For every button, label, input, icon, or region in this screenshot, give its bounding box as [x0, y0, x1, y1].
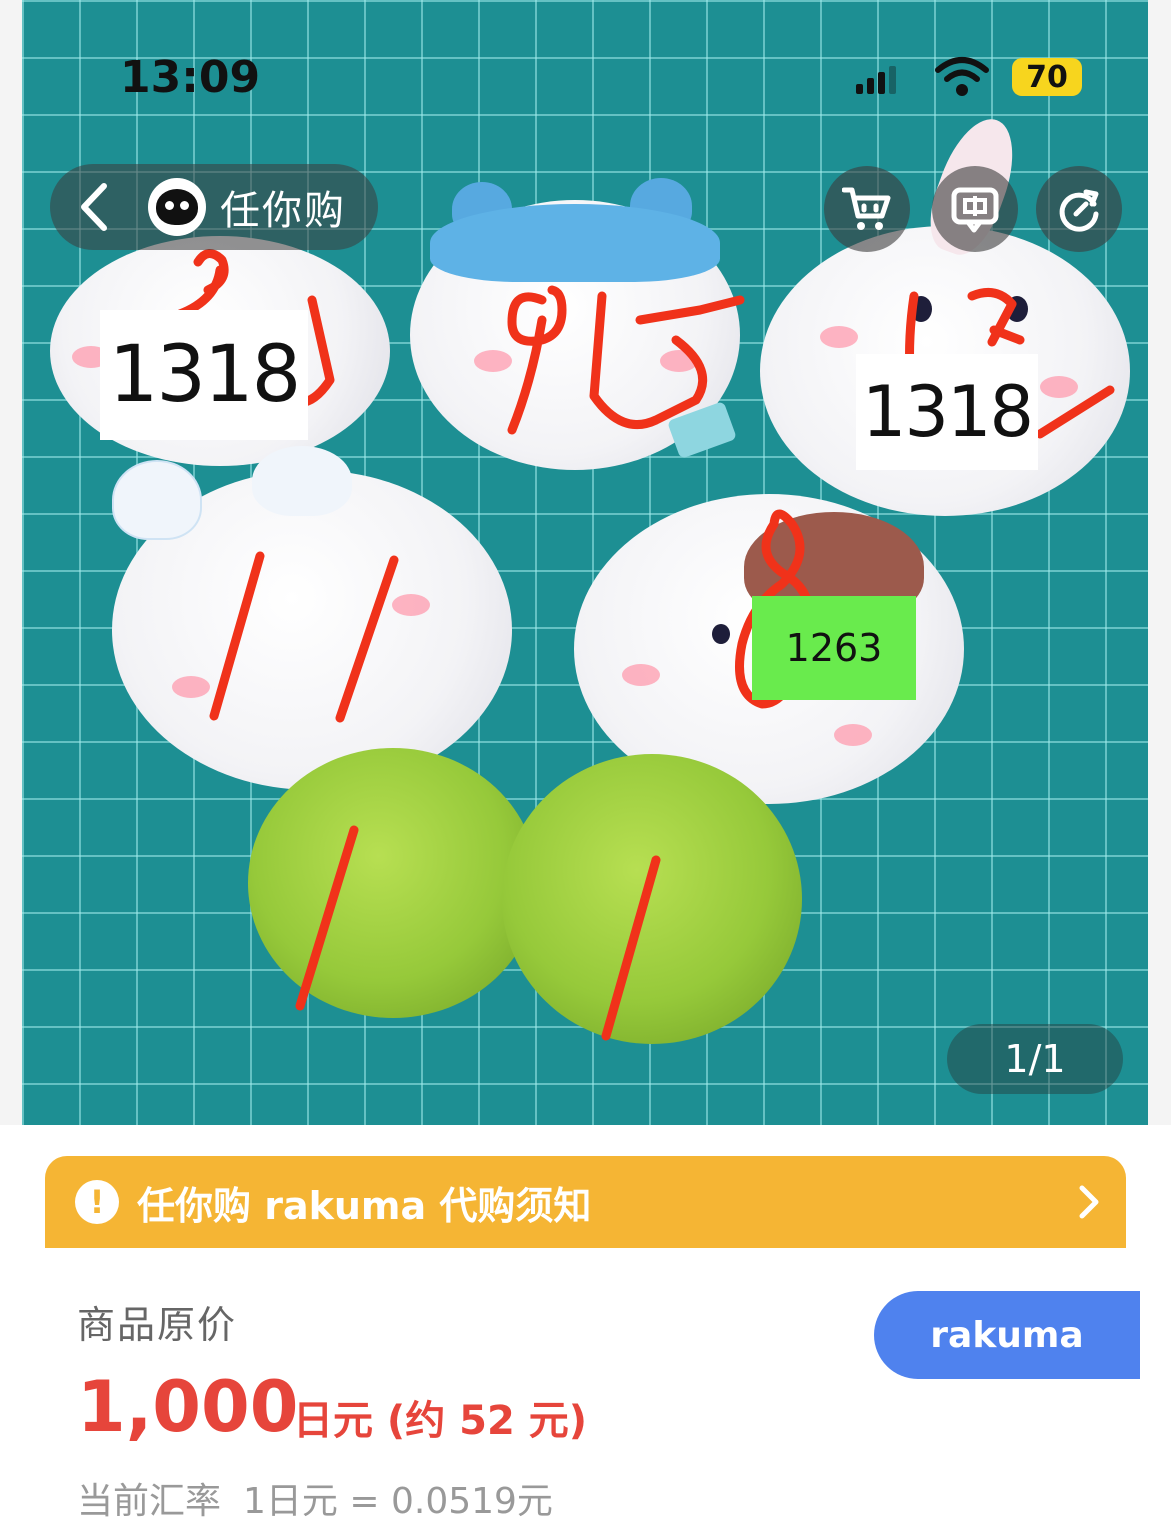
- purchase-notice-banner[interactable]: ! 任你购 rakuma 代购须知: [45, 1156, 1126, 1248]
- chevron-left-icon: [81, 183, 107, 231]
- cat-logo-icon: [156, 189, 198, 225]
- price-unit-conversion: 日元 (约 52 元): [293, 1398, 588, 1444]
- image-pager: 1/1: [947, 1024, 1123, 1094]
- refresh-icon: [1059, 189, 1099, 232]
- photo-label-1318-left: 1318: [100, 310, 308, 440]
- wifi-icon: [935, 57, 989, 96]
- chevron-right-icon: [1079, 1185, 1099, 1219]
- cart-button[interactable]: [824, 166, 910, 252]
- app-name[interactable]: 任你购: [220, 178, 346, 236]
- cellular-signal-icon: [856, 64, 900, 94]
- original-price-label: 商品原价: [77, 1303, 238, 1347]
- platform-badge[interactable]: rakuma: [874, 1291, 1140, 1379]
- exchange-rate: 当前汇率 1日元 = 0.0519元: [77, 1472, 553, 1524]
- exclamation-circle-icon: !: [75, 1180, 119, 1224]
- price-amount: 1,000: [77, 1366, 299, 1448]
- back-button[interactable]: [76, 179, 116, 235]
- photo-label-1318-right: 1318: [856, 354, 1038, 470]
- app-nav-pill: 任你购: [50, 164, 378, 250]
- exchange-rate-label: 当前汇率: [77, 1481, 222, 1522]
- photo-right-margin: [1148, 0, 1171, 1125]
- battery-indicator: 70: [1012, 58, 1082, 96]
- exchange-rate-value: 1日元 = 0.0519元: [243, 1481, 553, 1522]
- cart-icon: [842, 187, 891, 230]
- price-card: 商品原价 1,000 日元 (约 52 元) 当前汇率 1日元 = 0.0519元…: [45, 1248, 1140, 1529]
- photo-label-1263: 1263: [752, 596, 916, 700]
- app-logo[interactable]: [148, 178, 206, 236]
- refresh-button[interactable]: [1036, 166, 1122, 252]
- notice-text: 任你购 rakuma 代购须知: [137, 1183, 592, 1228]
- photo-left-margin: [0, 0, 22, 1125]
- chat-button[interactable]: [932, 166, 1018, 252]
- status-time: 13:09: [120, 52, 261, 103]
- chat-icon: [951, 187, 999, 233]
